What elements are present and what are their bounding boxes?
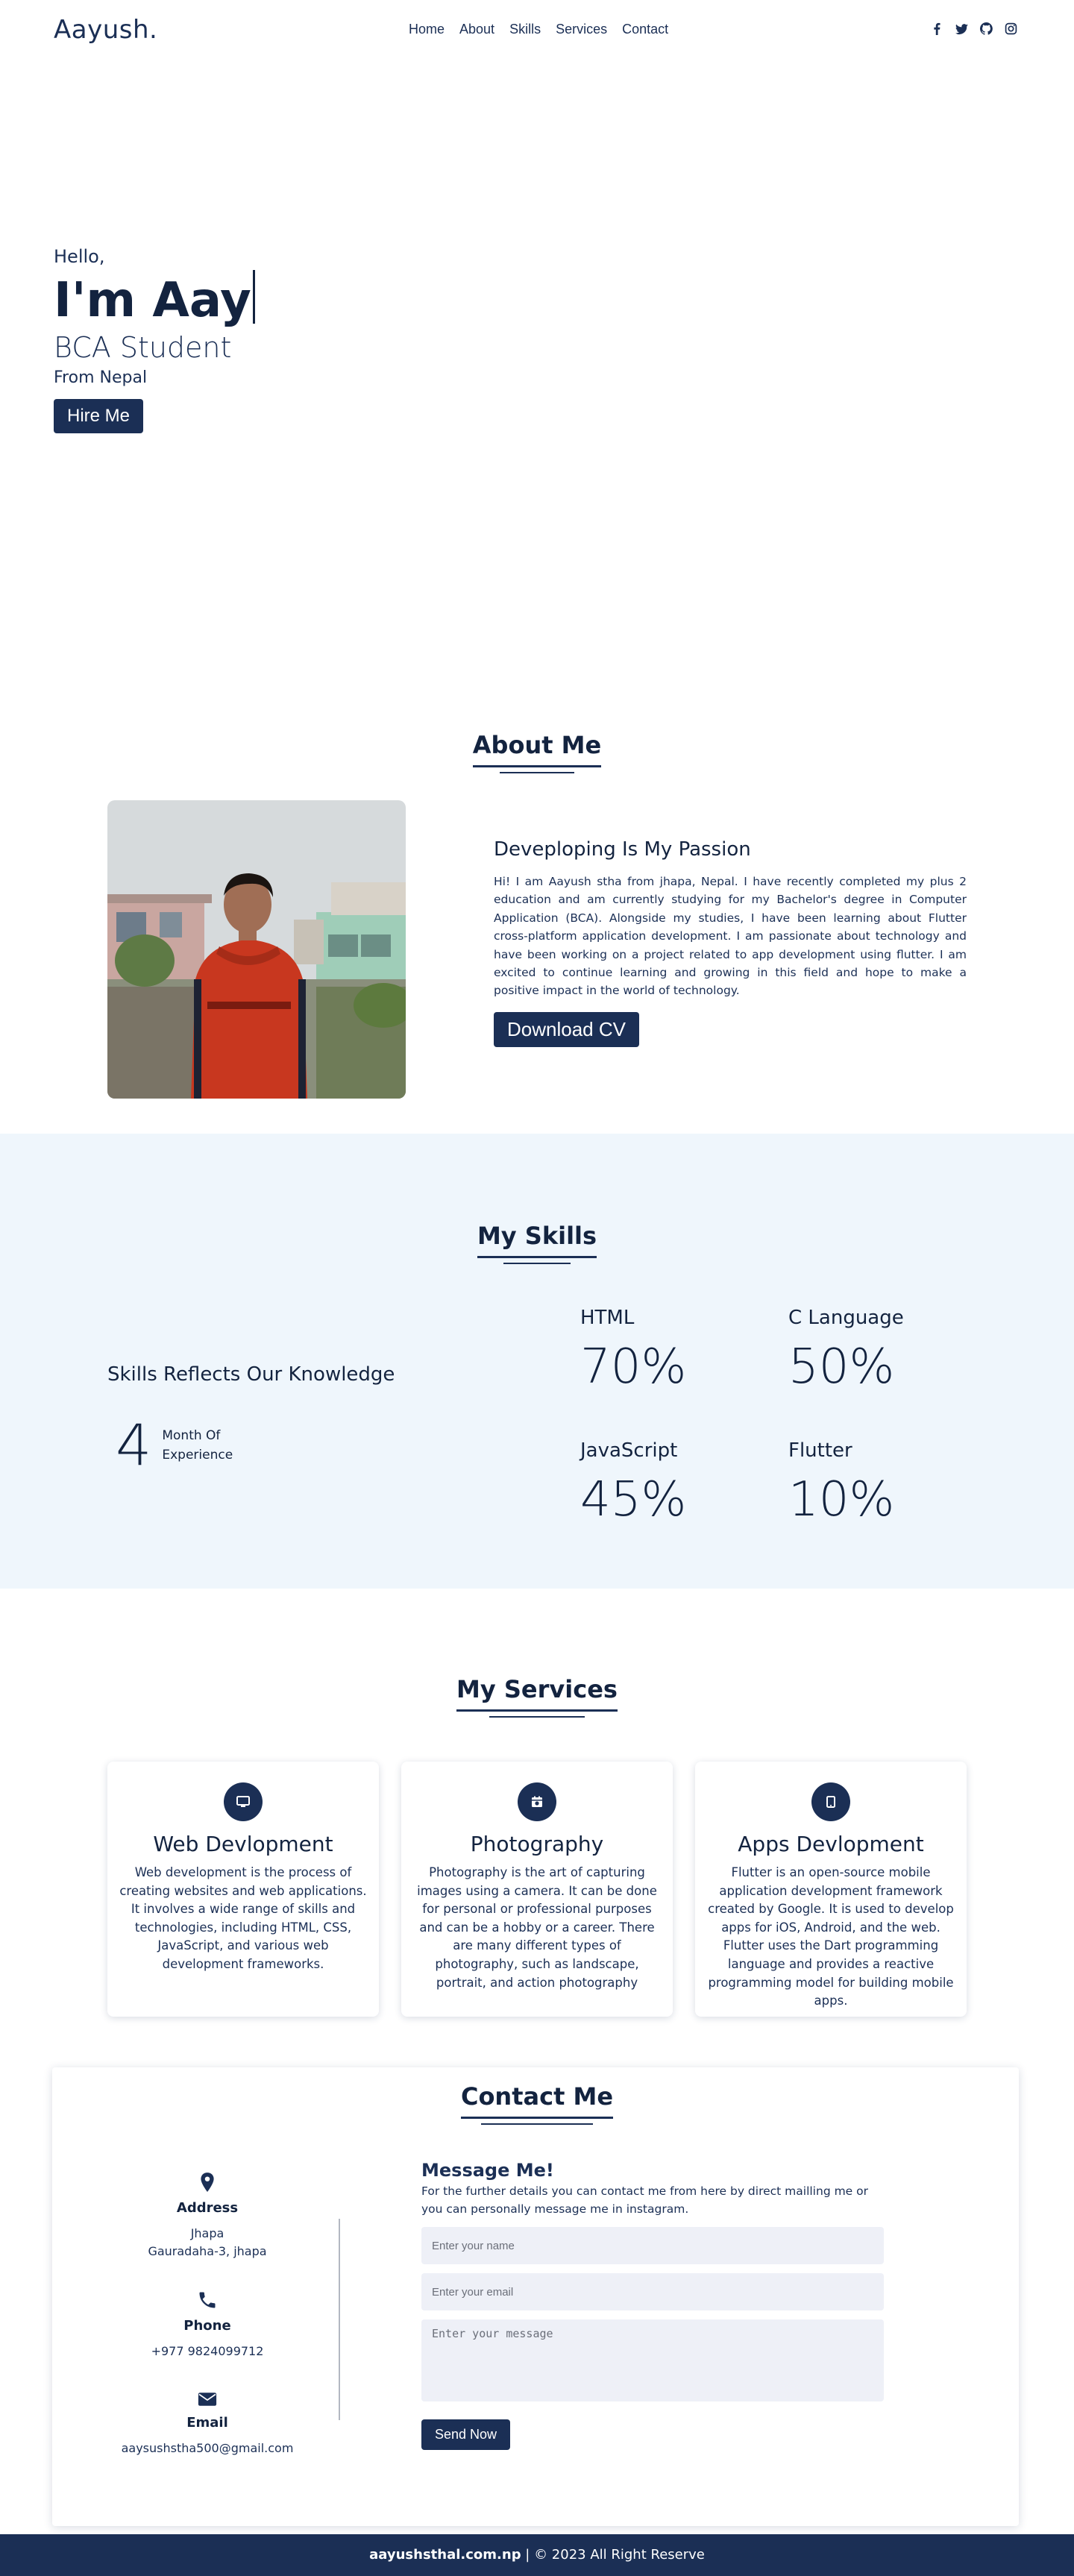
skill-label: HTML (580, 1307, 635, 1329)
experience-line-2: Experience (162, 1447, 233, 1463)
typed-text: I'm Aay (54, 273, 251, 328)
service-card-apps: Apps Devlopment Flutter is an open-sourc… (695, 1762, 967, 2017)
skills-tagline-block: Skills Reflects Our Knowledge (107, 1363, 395, 1386)
contact-email: Email aaysushstha500@gmail.com (88, 2391, 327, 2457)
skill-label: Flutter (788, 1439, 852, 1462)
footer-domain[interactable]: aayushsthal.com.np (369, 2547, 521, 2563)
skill-percent: 45% (580, 1472, 687, 1527)
contact-phone: Phone +977 9824099712 (88, 2290, 327, 2360)
typing-cursor (252, 270, 255, 324)
about-text-block: Deveploping Is My Passion Hi! I am Aayus… (494, 838, 967, 1047)
skill-percent: 70% (580, 1339, 687, 1395)
skills-tagline: Skills Reflects Our Knowledge (107, 1363, 395, 1386)
instagram-icon[interactable] (1005, 22, 1017, 35)
about-title: About Me (472, 731, 602, 767)
nav-link-services[interactable]: Services (556, 22, 607, 37)
email-label: Email (186, 2415, 228, 2431)
skills-section (0, 1134, 1074, 1589)
skill-flutter: Flutter 10% (788, 1439, 894, 1527)
message-form-title: Message Me! (421, 2160, 554, 2181)
skills-title-block: My Skills (0, 1222, 1074, 1264)
nav-link-about[interactable]: About (459, 22, 494, 37)
hire-me-button[interactable]: Hire Me (54, 399, 144, 433)
site-logo[interactable]: Aayush. (54, 15, 157, 45)
hero-section: Hello, I'm Aay BCA Student From Nepal Hi… (54, 246, 501, 433)
address-line-2: Gauradaha-3, jhapa (148, 2244, 267, 2258)
service-title: Photography (470, 1832, 604, 1856)
email-value[interactable]: aaysushstha500@gmail.com (88, 2440, 327, 2457)
tablet-icon (811, 1782, 850, 1821)
about-paragraph: Hi! I am Aayush stha from jhapa, Nepal. … (494, 875, 967, 998)
service-title: Apps Devlopment (738, 1832, 924, 1856)
email-input[interactable] (421, 2273, 884, 2310)
title-underline (503, 1263, 571, 1264)
skill-label: JavaScript (580, 1439, 678, 1462)
service-card-photography: Photography Photography is the art of ca… (401, 1762, 673, 2017)
services-title: My Services (456, 1675, 618, 1712)
skill-html: HTML 70% (580, 1307, 686, 1395)
nav-link-contact[interactable]: Contact (622, 22, 668, 37)
title-underline (481, 2123, 593, 2125)
contact-divider (339, 2219, 340, 2420)
experience-text: Month Of Experience (162, 1426, 233, 1465)
service-title: Web Devlopment (153, 1832, 333, 1856)
hero-typed-name: I'm Aay (54, 270, 501, 330)
address-line-1: Jhapa (190, 2226, 224, 2240)
hero-role: BCA Student (54, 331, 232, 364)
envelope-icon (88, 2391, 327, 2410)
skill-percent: 50% (788, 1339, 895, 1395)
phone-icon (88, 2290, 327, 2313)
hero-location: From Nepal (54, 368, 148, 387)
experience-line-1: Month Of (162, 1427, 221, 1443)
title-underline (500, 772, 574, 773)
about-heading: Deveploping Is My Passion (494, 838, 751, 861)
profile-photo (107, 800, 406, 1099)
service-card-web: Web Devlopment Web development is the pr… (107, 1762, 379, 2017)
footer: aayushsthal.com.np | © 2023 All Right Re… (0, 2534, 1074, 2576)
services-title-block: My Services (0, 1675, 1074, 1718)
nav-menu: Home About Skills Services Contact (409, 22, 668, 37)
monitor-icon (224, 1782, 263, 1821)
skill-label: C Language (788, 1307, 904, 1329)
contact-title: Contact Me (460, 2082, 614, 2119)
phone-value[interactable]: +977 9824099712 (88, 2343, 327, 2360)
contact-title-block: Contact Me (0, 2082, 1074, 2125)
send-now-button[interactable]: Send Now (421, 2419, 511, 2450)
title-underline (489, 1716, 585, 1718)
facebook-icon[interactable] (931, 22, 943, 35)
footer-copyright: | © 2023 All Right Reserve (521, 2547, 705, 2563)
about-title-block: About Me (0, 731, 1074, 773)
contact-address: Address Jhapa Gauradaha-3, jhapa (88, 2172, 327, 2261)
experience-block: 4 Month Of Experience (116, 1412, 233, 1478)
nav-link-home[interactable]: Home (409, 22, 445, 37)
message-textarea[interactable] (421, 2319, 884, 2401)
service-text: Flutter is an open-source mobile applica… (708, 1865, 954, 2008)
location-pin-icon (88, 2172, 327, 2196)
github-icon[interactable] (979, 22, 993, 35)
address-label: Address (176, 2200, 239, 2216)
hero-greeting: Hello, (54, 246, 105, 267)
service-text: Photography is the art of capturing imag… (417, 1865, 657, 1990)
skill-c-language: C Language 50% (788, 1307, 904, 1395)
experience-number: 4 (116, 1412, 152, 1478)
camera-icon (518, 1782, 556, 1821)
skill-percent: 10% (788, 1472, 895, 1527)
name-input[interactable] (421, 2227, 884, 2264)
skills-title: My Skills (477, 1222, 597, 1258)
message-form: Message Me! For the further details you … (421, 2160, 884, 2450)
navbar: Aayush. Home About Skills Services Conta… (0, 0, 1074, 60)
nav-link-skills[interactable]: Skills (509, 22, 541, 37)
service-text: Web development is the process of creati… (119, 1865, 367, 1971)
social-links (931, 22, 1017, 35)
twitter-icon[interactable] (955, 22, 968, 35)
message-form-text: For the further details you can contact … (421, 2184, 868, 2216)
download-cv-button[interactable]: Download CV (494, 1011, 639, 1047)
address-value: Jhapa Gauradaha-3, jhapa (88, 2225, 327, 2261)
skill-javascript: JavaScript 45% (580, 1439, 686, 1527)
phone-label: Phone (183, 2318, 231, 2334)
